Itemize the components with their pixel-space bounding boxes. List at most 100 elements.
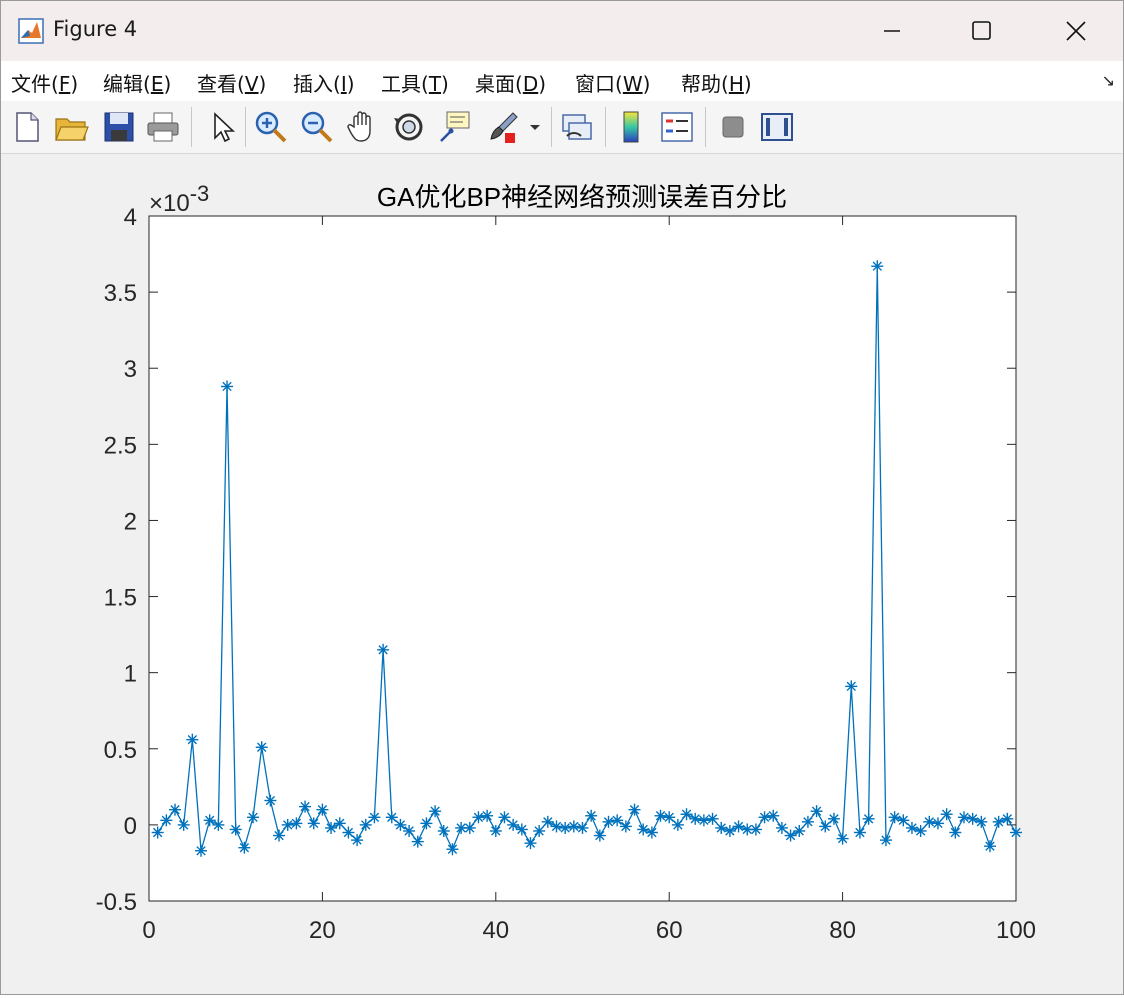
menu-item-label: 编辑( <box>103 72 151 96</box>
data-point-marker <box>611 814 624 827</box>
menu-item-label: 帮助( <box>681 72 729 96</box>
y-tick-label: 3.5 <box>104 280 137 307</box>
matlab-logo-icon <box>18 18 44 44</box>
menu-item-suffix: ) <box>258 72 267 96</box>
select-pointer-icon[interactable] <box>203 109 239 145</box>
chart-svg[interactable]: 0 20 40 60 80 100-0.500.511.522.533.54 GA优化BP… <box>1 154 1123 994</box>
close-button[interactable] <box>1053 9 1099 53</box>
figure-canvas: 0 20 40 60 80 100 -0.5 0 0.5 1 1.5 2 2.5 3 3.5 4 GA优化BP… <box>1 154 1123 994</box>
menu-item-mnemonic: W <box>622 72 643 96</box>
x-tick-label: 0 <box>142 917 155 944</box>
y-exponent-base: ×10 <box>149 190 190 217</box>
menu-item-label: 插入( <box>293 72 341 96</box>
minimize-button[interactable] <box>869 9 915 53</box>
menu-item-mnemonic: E <box>150 72 164 96</box>
toolbar-separator <box>605 107 606 147</box>
data-point-marker <box>255 741 268 754</box>
zoom-in-icon[interactable] <box>253 109 289 145</box>
data-point-marker <box>195 844 208 857</box>
toolbar-separator <box>191 107 192 147</box>
data-point-marker <box>853 826 866 839</box>
menu-item-mnemonic: T <box>428 72 442 96</box>
menu-item[interactable]: 文件(F) <box>11 68 78 97</box>
rotate-3d-icon[interactable] <box>391 109 427 145</box>
x-tick-label: 20 <box>309 917 336 944</box>
menu-item[interactable]: 编辑(E) <box>103 68 171 97</box>
menu-item-label: 查看( <box>197 72 245 96</box>
data-point-marker <box>645 826 658 839</box>
brush-dropdown-icon[interactable] <box>527 109 543 145</box>
data-point-marker <box>949 826 962 839</box>
menu-item[interactable]: 帮助(H) <box>681 68 752 97</box>
y-tick-label: 0 <box>124 813 137 840</box>
menu-item-label: 窗口( <box>575 72 623 96</box>
data-point-marker <box>498 811 511 824</box>
menu-item-label: 桌面( <box>475 72 523 96</box>
menu-item-suffix: ) <box>642 72 651 96</box>
data-cursor-icon[interactable] <box>437 109 473 145</box>
open-file-icon[interactable] <box>53 109 89 145</box>
toolbar-separator <box>705 107 706 147</box>
y-exponent-label: ×10-3 <box>149 181 209 217</box>
menu-item-mnemonic: H <box>728 72 744 96</box>
menu-item-label: 工具( <box>381 72 429 96</box>
data-point-marker <box>983 840 996 853</box>
menu-item[interactable]: 工具(T) <box>381 68 449 97</box>
toolbar-separator <box>245 107 246 147</box>
y-tick-label: 3 <box>124 356 137 383</box>
data-point-marker <box>576 821 589 834</box>
chart-title: GA优化BP神经网络预测误差百分比 <box>377 182 787 212</box>
menu-item-suffix: ) <box>346 72 355 96</box>
menu-item[interactable]: 查看(V) <box>197 68 266 97</box>
y-tick-label: 4 <box>124 204 137 231</box>
data-point-marker <box>827 812 840 825</box>
y-exponent-power: -3 <box>190 181 210 206</box>
close-icon <box>1066 21 1086 41</box>
data-point-marker <box>914 824 927 837</box>
link-plot-icon[interactable] <box>559 109 595 145</box>
data-point-marker <box>238 841 251 854</box>
y-tick-label: -0.5 <box>96 889 137 916</box>
x-tick-label: 80 <box>829 917 856 944</box>
pan-hand-icon[interactable] <box>345 109 381 145</box>
y-tick-label: 1 <box>124 661 137 688</box>
data-point-marker <box>1001 812 1014 825</box>
x-tick-label: 60 <box>656 917 683 944</box>
data-point-marker <box>940 808 953 821</box>
data-point-marker <box>1010 826 1022 839</box>
hide-plot-tools-icon[interactable] <box>715 109 751 145</box>
menu-item-suffix: ) <box>441 72 449 96</box>
data-point-marker <box>229 823 242 836</box>
toolbar-separator <box>551 107 552 147</box>
data-point-marker <box>706 812 719 825</box>
data-point-marker <box>767 809 780 822</box>
menu-item-suffix: ) <box>70 72 79 96</box>
save-icon[interactable] <box>101 109 137 145</box>
x-tick-label: 40 <box>482 917 509 944</box>
brush-icon[interactable] <box>485 109 521 145</box>
print-icon[interactable] <box>145 109 181 145</box>
legend-icon[interactable] <box>659 109 695 145</box>
data-point-marker <box>758 811 771 824</box>
minimize-icon <box>884 30 900 32</box>
menu-item-mnemonic: V <box>244 72 259 96</box>
data-point-marker <box>862 812 875 825</box>
maximize-button[interactable] <box>959 9 1005 53</box>
menu-item-suffix: ) <box>538 72 547 96</box>
menu-item[interactable]: 窗口(W) <box>575 68 650 97</box>
menu-item[interactable]: 桌面(D) <box>475 68 546 97</box>
show-plot-tools-icon[interactable] <box>759 109 795 145</box>
data-point-marker <box>637 823 650 836</box>
menu-item-suffix: ) <box>163 72 172 96</box>
menu-item[interactable]: 插入(I) <box>293 68 355 97</box>
new-figure-icon[interactable] <box>9 109 45 145</box>
title-bar[interactable]: Figure 4 <box>1 1 1123 61</box>
colorbar-icon[interactable] <box>613 109 649 145</box>
menu-overflow-arrow[interactable]: ↘ <box>1102 71 1115 90</box>
zoom-out-icon[interactable] <box>299 109 335 145</box>
x-tick-label: 100 <box>996 917 1036 944</box>
data-point-marker <box>515 823 528 836</box>
figure-toolbar <box>1 101 1123 154</box>
menu-item-suffix: ) <box>743 72 752 96</box>
data-point-marker <box>585 809 598 822</box>
